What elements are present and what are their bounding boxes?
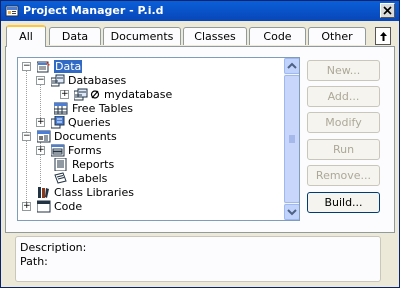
close-button[interactable] bbox=[380, 3, 395, 18]
documents-icon bbox=[37, 130, 51, 143]
project-icon bbox=[5, 5, 19, 17]
tree-label-free-tables: Free Tables bbox=[72, 102, 134, 115]
run-button[interactable]: Run bbox=[307, 139, 380, 160]
tree-scrollbar[interactable] bbox=[284, 58, 299, 220]
expand-icon[interactable]: + bbox=[36, 117, 45, 127]
data-icon bbox=[37, 61, 50, 73]
expand-icon[interactable]: + bbox=[22, 201, 31, 211]
title-bar[interactable]: Project Manager - P.i.d bbox=[1, 1, 399, 21]
form-icon bbox=[51, 144, 65, 157]
tab-code[interactable]: Code bbox=[249, 27, 306, 45]
tree-label-mydatabase: mydatabase bbox=[104, 88, 173, 101]
project-manager-window: Project Manager - P.i.d All Data Documen… bbox=[0, 0, 400, 288]
report-icon bbox=[54, 158, 67, 171]
chevron-down-icon bbox=[287, 209, 297, 216]
modify-button[interactable]: Modify bbox=[307, 112, 380, 133]
window-title: Project Manager - P.i.d bbox=[23, 4, 164, 17]
tab-all[interactable]: All bbox=[6, 25, 46, 47]
table-icon bbox=[54, 102, 68, 115]
tree-label-labels: Labels bbox=[72, 172, 108, 185]
tab-collapse-button[interactable] bbox=[375, 27, 391, 45]
expand-icon[interactable]: + bbox=[36, 145, 45, 155]
scroll-thumb[interactable] bbox=[284, 75, 299, 203]
chevron-up-icon bbox=[287, 62, 297, 69]
scroll-down-button[interactable] bbox=[284, 204, 299, 220]
new-button[interactable]: New... bbox=[307, 60, 380, 81]
tree-label-databases: Databases bbox=[68, 74, 127, 87]
tree-label-data: Data bbox=[54, 60, 83, 73]
scroll-up-button[interactable] bbox=[284, 58, 299, 74]
description-label: Description: bbox=[20, 241, 87, 254]
tab-strip: All Data Documents Classes Code Other bbox=[5, 25, 395, 47]
tree-label-documents: Documents bbox=[54, 130, 117, 143]
build-button[interactable]: Build... bbox=[307, 192, 380, 213]
database-icon bbox=[74, 88, 88, 101]
not-open-icon bbox=[90, 90, 100, 99]
description-panel: Description: Path: bbox=[15, 236, 381, 282]
label-icon bbox=[54, 172, 67, 184]
tab-documents[interactable]: Documents bbox=[103, 27, 181, 45]
path-label: Path: bbox=[20, 255, 48, 268]
close-icon bbox=[383, 6, 392, 15]
expand-icon[interactable]: + bbox=[60, 89, 69, 99]
tab-data[interactable]: Data bbox=[49, 27, 101, 45]
collapse-icon[interactable]: − bbox=[22, 61, 31, 71]
code-icon bbox=[37, 200, 51, 213]
tree-label-code: Code bbox=[54, 200, 83, 213]
tree-label-reports: Reports bbox=[72, 158, 115, 171]
tab-other[interactable]: Other bbox=[308, 27, 366, 45]
collapse-icon[interactable]: − bbox=[36, 75, 45, 85]
project-tree[interactable]: − Data − Databases + mydatabase Free Tab… bbox=[17, 57, 300, 221]
query-icon bbox=[51, 116, 65, 129]
tree-label-queries: Queries bbox=[68, 116, 111, 129]
tree-label-class-libraries: Class Libraries bbox=[54, 186, 134, 199]
tree-label-forms: Forms bbox=[68, 144, 102, 157]
databases-icon bbox=[51, 74, 65, 87]
class-library-icon bbox=[38, 187, 49, 198]
tab-classes[interactable]: Classes bbox=[183, 27, 247, 45]
add-button[interactable]: Add... bbox=[307, 86, 380, 107]
collapse-icon[interactable]: − bbox=[22, 131, 31, 141]
arrow-up-icon bbox=[380, 32, 387, 41]
grip-icon bbox=[289, 135, 295, 143]
remove-button[interactable]: Remove... bbox=[307, 165, 380, 186]
